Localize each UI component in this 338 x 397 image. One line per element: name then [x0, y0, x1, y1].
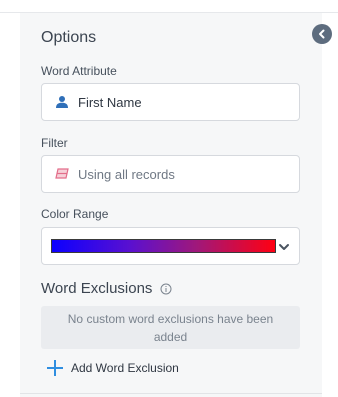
panel-title: Options [41, 29, 97, 46]
plus-icon [47, 360, 63, 376]
color-range-label: Color Range [41, 207, 109, 221]
word-attribute-select[interactable]: First Name [41, 83, 300, 121]
person-icon [54, 94, 70, 110]
filter-value: Using all records [78, 166, 175, 182]
add-word-exclusion-label: Add Word Exclusion [71, 361, 179, 375]
panel-divider [20, 393, 322, 394]
filter-label: Filter [41, 136, 68, 150]
chevron-left-icon [319, 29, 325, 39]
chevron-down-icon [279, 244, 289, 250]
top-strip [0, 0, 338, 13]
word-exclusions-heading: Word Exclusions [41, 280, 172, 298]
info-icon[interactable] [160, 283, 172, 295]
word-exclusions-empty-message: No custom word exclusions have been adde… [41, 306, 300, 349]
word-exclusions-title: Word Exclusions [41, 280, 153, 297]
add-word-exclusion-button[interactable]: Add Word Exclusion [47, 360, 179, 376]
left-edge [0, 13, 20, 397]
collapse-panel-button[interactable] [312, 24, 332, 44]
page: Options Word Attribute First Name Filter… [0, 0, 338, 397]
color-range-select[interactable] [41, 227, 300, 265]
word-attribute-value: First Name [78, 94, 142, 110]
eraser-icon [54, 166, 70, 182]
word-attribute-label: Word Attribute [41, 64, 117, 78]
color-gradient-swatch [51, 239, 276, 253]
filter-select[interactable]: Using all records [41, 155, 300, 193]
